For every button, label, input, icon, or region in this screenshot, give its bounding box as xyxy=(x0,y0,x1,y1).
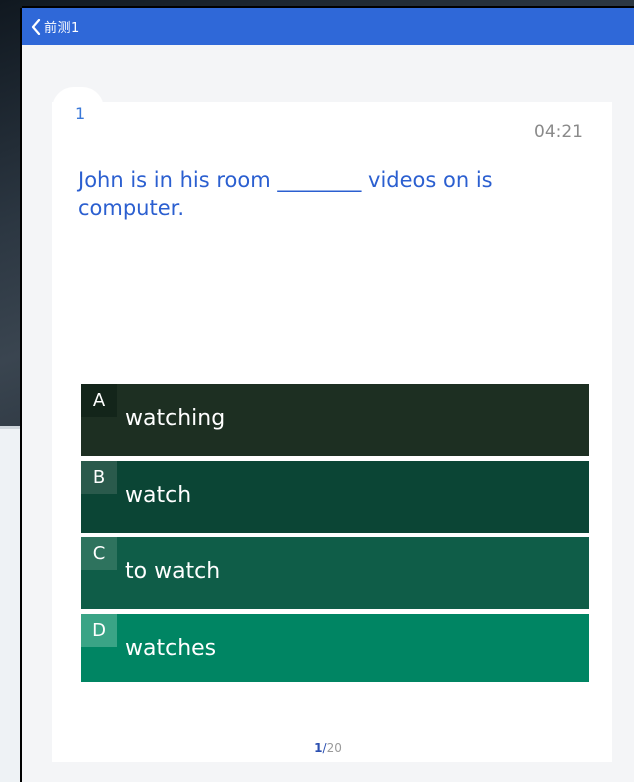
page-title: 前测1 xyxy=(44,21,80,36)
top-bar: 前测1 xyxy=(22,8,634,45)
option-a[interactable]: A watching xyxy=(81,384,589,456)
pagination-total: 20 xyxy=(326,741,342,755)
pagination: 1/20 xyxy=(22,741,634,755)
option-text: to watch xyxy=(125,559,221,584)
option-letter: C xyxy=(81,537,117,570)
option-letter: D xyxy=(81,614,117,647)
option-c[interactable]: C to watch xyxy=(81,537,589,609)
option-text: watching xyxy=(125,406,226,431)
option-d[interactable]: D watches xyxy=(81,614,589,682)
screen: 前测1 1 04:21 John is in his room ________… xyxy=(0,0,634,782)
option-letter: B xyxy=(81,461,117,494)
option-b[interactable]: B watch xyxy=(81,461,589,533)
question-number: 1 xyxy=(75,104,86,123)
background-divider xyxy=(0,426,24,429)
option-text: watch xyxy=(125,483,192,508)
quiz-app-window: 前测1 1 04:21 John is in his room ________… xyxy=(22,8,634,782)
option-text: watches xyxy=(125,636,217,661)
back-button[interactable]: 前测1 xyxy=(22,8,80,45)
option-letter: A xyxy=(81,384,117,417)
pagination-current: 1 xyxy=(314,741,323,755)
question-text: John is in his room ________ videos on i… xyxy=(78,168,493,220)
chevron-left-icon xyxy=(31,18,41,35)
countdown-timer: 04:21 xyxy=(534,122,583,142)
